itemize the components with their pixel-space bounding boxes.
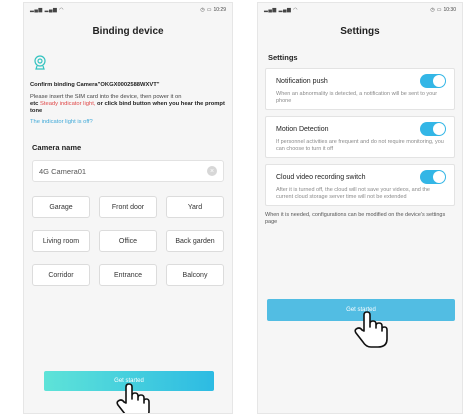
preset-yard[interactable]: Yard <box>166 196 224 218</box>
preset-living-room[interactable]: Living room <box>32 230 90 252</box>
settings-section-heading: Settings <box>268 53 298 62</box>
binding-screen: ▂▄▆ ▂▄▆ ◠ ◷ ▭ 10:29 Binding device Confi… <box>23 2 233 414</box>
steady-light-text: Steady indicator light, <box>40 101 96 107</box>
preset-garage[interactable]: Garage <box>32 196 90 218</box>
page-title: Binding device <box>92 25 164 37</box>
motion-detection-toggle[interactable] <box>420 122 446 136</box>
camera-name-field[interactable]: × <box>32 160 224 182</box>
preset-corridor[interactable]: Corridor <box>32 264 90 286</box>
preset-front-door[interactable]: Front door <box>99 196 157 218</box>
camera-icon <box>34 55 46 70</box>
setting-description: When an abnormality is detected, a notif… <box>276 91 438 104</box>
setting-description: After it is turned off, the cloud will n… <box>276 187 430 200</box>
status-bar: ▂▄▆ ▂▄▆ ◠ ◷ ▭ 10:30 <box>258 3 462 17</box>
notification-push-toggle[interactable] <box>420 74 446 88</box>
settings-screen: ▂▄▆ ▂▄▆ ◠ ◷ ▭ 10:30 Settings Settings No… <box>257 2 463 414</box>
alarm-icon: ◷ <box>430 7 435 13</box>
status-time: 10:30 <box>443 7 456 13</box>
battery-icon: ▭ <box>206 7 212 13</box>
setting-title: Cloud video recording switch <box>276 173 366 181</box>
status-bar: ▂▄▆ ▂▄▆ ◠ ◷ ▭ 10:29 <box>24 3 232 17</box>
signal-icon: ▂▄▆ ▂▄▆ ◠ <box>264 7 299 13</box>
alarm-icon: ◷ <box>200 7 205 13</box>
battery-icon: ▭ <box>436 7 442 13</box>
camera-name-input[interactable] <box>39 166 189 176</box>
preset-office[interactable]: Office <box>99 230 157 252</box>
device-id: "OKGX0002588WXVT" <box>97 82 160 88</box>
setting-description: If personnel activities are frequent and… <box>276 139 444 152</box>
setting-cloud-recording: Cloud video recording switch After it is… <box>265 164 455 206</box>
confirm-binding-text: Confirm binding Camera"OKGX0002588WXVT" <box>30 82 160 88</box>
settings-note: When it is needed, configurations can be… <box>265 212 446 225</box>
pointer-hand-icon <box>354 311 388 348</box>
status-time: 10:29 <box>213 7 226 13</box>
setting-notification-push: Notification push When an abnormality is… <box>265 68 455 110</box>
signal-icon: ▂▄▆ ▂▄▆ ◠ <box>30 7 65 13</box>
instructions: Please insert the SIM card into the devi… <box>30 94 225 114</box>
preset-back-garden[interactable]: Back garden <box>166 230 224 252</box>
preset-balcony[interactable]: Balcony <box>166 264 224 286</box>
setting-motion-detection: Motion Detection If personnel activities… <box>265 116 455 158</box>
clear-icon[interactable]: × <box>207 166 217 176</box>
camera-name-label: Camera name <box>32 143 82 152</box>
page-title: Settings <box>340 25 380 37</box>
setting-title: Motion Detection <box>276 125 329 133</box>
preset-entrance[interactable]: Entrance <box>99 264 157 286</box>
pointer-hand-icon <box>116 383 150 413</box>
cloud-recording-toggle[interactable] <box>420 170 446 184</box>
location-presets: Garage Front door Yard Living room Offic… <box>32 196 224 286</box>
setting-title: Notification push <box>276 77 328 85</box>
indicator-off-link[interactable]: The indicator light is off? <box>30 119 226 125</box>
